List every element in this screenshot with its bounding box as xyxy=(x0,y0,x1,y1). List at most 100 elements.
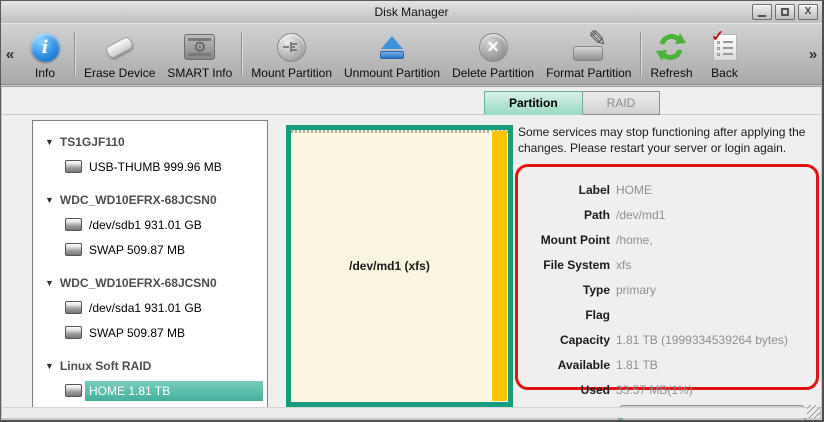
detail-value: primary xyxy=(616,283,656,297)
tab-partition[interactable]: Partition xyxy=(484,91,583,115)
tree-group: ▼ TS1GJF110 USB-THUMB 999.96 MB xyxy=(33,129,267,179)
detail-key: File System xyxy=(526,258,610,272)
tree-group-label: WDC_WD10EFRX-68JCSN0 xyxy=(60,276,217,290)
back-checklist-icon: ✓ xyxy=(713,34,737,61)
device-tree-panel: ▼ TS1GJF110 USB-THUMB 999.96 MB ▼ WDC_WD… xyxy=(32,120,268,408)
partition-used-strip xyxy=(490,131,507,401)
toolbar-separator xyxy=(640,32,641,76)
erase-device-button[interactable]: Erase Device xyxy=(78,24,161,84)
mount-plug-icon xyxy=(277,33,306,62)
toolbar: « i Info Erase Device ⚙ SMART Info Mount… xyxy=(1,23,822,85)
detail-value: /dev/md1 xyxy=(616,208,665,222)
tree-group-label: WDC_WD10EFRX-68JCSN0 xyxy=(60,193,217,207)
detail-value: 33.57 MB(1%) xyxy=(616,383,693,397)
toolbar-separator xyxy=(241,32,242,76)
partition-block-label: /dev/md1 (xfs) xyxy=(291,130,488,402)
disk-icon xyxy=(65,218,82,231)
format-partition-button[interactable]: ✎ Format Partition xyxy=(540,24,637,84)
expand-triangle-icon[interactable]: ▼ xyxy=(45,278,54,288)
back-button[interactable]: ✓ Back xyxy=(699,24,751,84)
disk-icon xyxy=(65,301,82,314)
detail-row-file-system: File System xfs xyxy=(526,253,808,278)
tree-group-row-wdc-2[interactable]: ▼ WDC_WD10EFRX-68JCSN0 xyxy=(33,270,267,295)
tree-group: ▼ WDC_WD10EFRX-68JCSN0 /dev/sdb1 931.01 … xyxy=(33,187,267,262)
detail-key: Available xyxy=(526,358,610,372)
tree-item-label: /dev/sdb1 931.01 GB xyxy=(85,215,206,235)
disk-icon xyxy=(65,243,82,256)
smart-info-button-label: SMART Info xyxy=(167,66,232,80)
smart-info-button[interactable]: ⚙ SMART Info xyxy=(161,24,238,84)
detail-key: Capacity xyxy=(526,333,610,347)
tab-divider-line xyxy=(2,114,821,115)
tree-group-row-wdc-1[interactable]: ▼ WDC_WD10EFRX-68JCSN0 xyxy=(33,187,267,212)
tree-item-sda1[interactable]: /dev/sda1 931.01 GB xyxy=(33,295,267,320)
expand-triangle-icon[interactable]: ▼ xyxy=(45,361,54,371)
detail-row-available: Available 1.81 TB xyxy=(526,353,808,378)
detail-value: 1.81 TB xyxy=(616,358,658,372)
tree-group-row-linux-soft-raid[interactable]: ▼ Linux Soft RAID xyxy=(33,353,267,378)
unmount-eject-icon xyxy=(380,36,404,59)
partition-info-panel: Some services may stop functioning after… xyxy=(515,125,819,390)
resize-grip[interactable] xyxy=(807,405,820,418)
tab-raid[interactable]: RAID xyxy=(583,91,661,115)
expand-triangle-icon[interactable]: ▼ xyxy=(45,195,54,205)
toolbar-overflow-left-chevron[interactable]: « xyxy=(1,24,19,84)
tree-item-label: SWAP 509.87 MB xyxy=(85,323,189,343)
refresh-arrows-icon xyxy=(655,31,687,63)
mount-partition-button[interactable]: Mount Partition xyxy=(245,24,338,84)
smart-disk-icon: ⚙ xyxy=(184,34,215,60)
tree-group-label: TS1GJF110 xyxy=(60,135,125,149)
highlight-alert-box: Label HOME Path /dev/md1 Mount Point /ho… xyxy=(515,164,819,390)
tree-item-home-selected[interactable]: HOME 1.81 TB xyxy=(33,378,267,403)
detail-row-used: Used 33.57 MB(1%) xyxy=(526,378,808,403)
close-button[interactable]: X xyxy=(798,4,818,20)
tree-item-swap-2[interactable]: SWAP 509.87 MB xyxy=(33,320,267,345)
maximize-button[interactable] xyxy=(775,4,795,20)
unmount-partition-button[interactable]: Unmount Partition xyxy=(338,24,446,84)
detail-value: 1.81 TB (1999334539264 bytes) xyxy=(616,333,788,347)
warning-text: Some services may stop functioning after… xyxy=(515,125,819,157)
detail-key: Label xyxy=(526,183,610,197)
detail-row-mount-point: Mount Point /home, xyxy=(526,228,808,253)
back-button-label: Back xyxy=(711,66,738,80)
minimize-icon xyxy=(758,15,766,17)
tree-item-usb-thumb[interactable]: USB-THUMB 999.96 MB xyxy=(33,154,267,179)
close-icon: X xyxy=(805,7,812,17)
erase-device-button-label: Erase Device xyxy=(84,66,155,80)
disk-icon xyxy=(65,384,82,397)
detail-key: Used xyxy=(526,383,610,397)
tree-group-row-ts1gjf110[interactable]: ▼ TS1GJF110 xyxy=(33,129,267,154)
detail-row-path: Path /dev/md1 xyxy=(526,203,808,228)
expand-triangle-icon[interactable]: ▼ xyxy=(45,137,54,147)
refresh-button-label: Refresh xyxy=(650,66,692,80)
partition-map-block[interactable]: /dev/md1 (xfs) xyxy=(286,125,513,407)
detail-key: Path xyxy=(526,208,610,222)
tree-item-label: SWAP 509.87 MB xyxy=(85,240,189,260)
detail-row-capacity: Capacity 1.81 TB (1999334539264 bytes) xyxy=(526,328,808,353)
tree-item-label: HOME 1.81 TB xyxy=(85,381,263,401)
minimize-button[interactable] xyxy=(752,4,772,20)
tab-bar: Partition RAID xyxy=(484,91,660,115)
detail-key: Flag xyxy=(526,308,610,322)
content-area: Partition RAID ▼ TS1GJF110 USB-THUMB 999… xyxy=(2,86,821,407)
delete-x-icon: ✕ xyxy=(479,33,508,62)
tree-item-sdb1[interactable]: /dev/sdb1 931.01 GB xyxy=(33,212,267,237)
title-bar[interactable]: Disk Manager X xyxy=(1,1,822,23)
tree-group: ▼ Linux Soft RAID HOME 1.81 TB xyxy=(33,353,267,403)
toolbar-separator xyxy=(74,32,75,76)
info-button[interactable]: i Info xyxy=(19,24,71,84)
info-icon: i xyxy=(31,33,60,62)
info-button-label: Info xyxy=(35,66,55,80)
window-title: Disk Manager xyxy=(374,5,448,19)
delete-partition-button[interactable]: ✕ Delete Partition xyxy=(446,24,540,84)
detail-key: Type xyxy=(526,283,610,297)
tree-item-swap-1[interactable]: SWAP 509.87 MB xyxy=(33,237,267,262)
tree-item-label: USB-THUMB 999.96 MB xyxy=(85,157,226,177)
tree-group: ▼ WDC_WD10EFRX-68JCSN0 /dev/sda1 931.01 … xyxy=(33,270,267,345)
detail-key: Mount Point xyxy=(526,233,610,247)
disk-manager-window: Disk Manager X « i Info Erase Device ⚙ S… xyxy=(0,0,824,422)
toolbar-overflow-right-chevron[interactable]: » xyxy=(804,24,822,84)
mount-partition-button-label: Mount Partition xyxy=(251,66,332,80)
refresh-button[interactable]: Refresh xyxy=(644,24,698,84)
detail-row-label: Label HOME xyxy=(526,178,808,203)
